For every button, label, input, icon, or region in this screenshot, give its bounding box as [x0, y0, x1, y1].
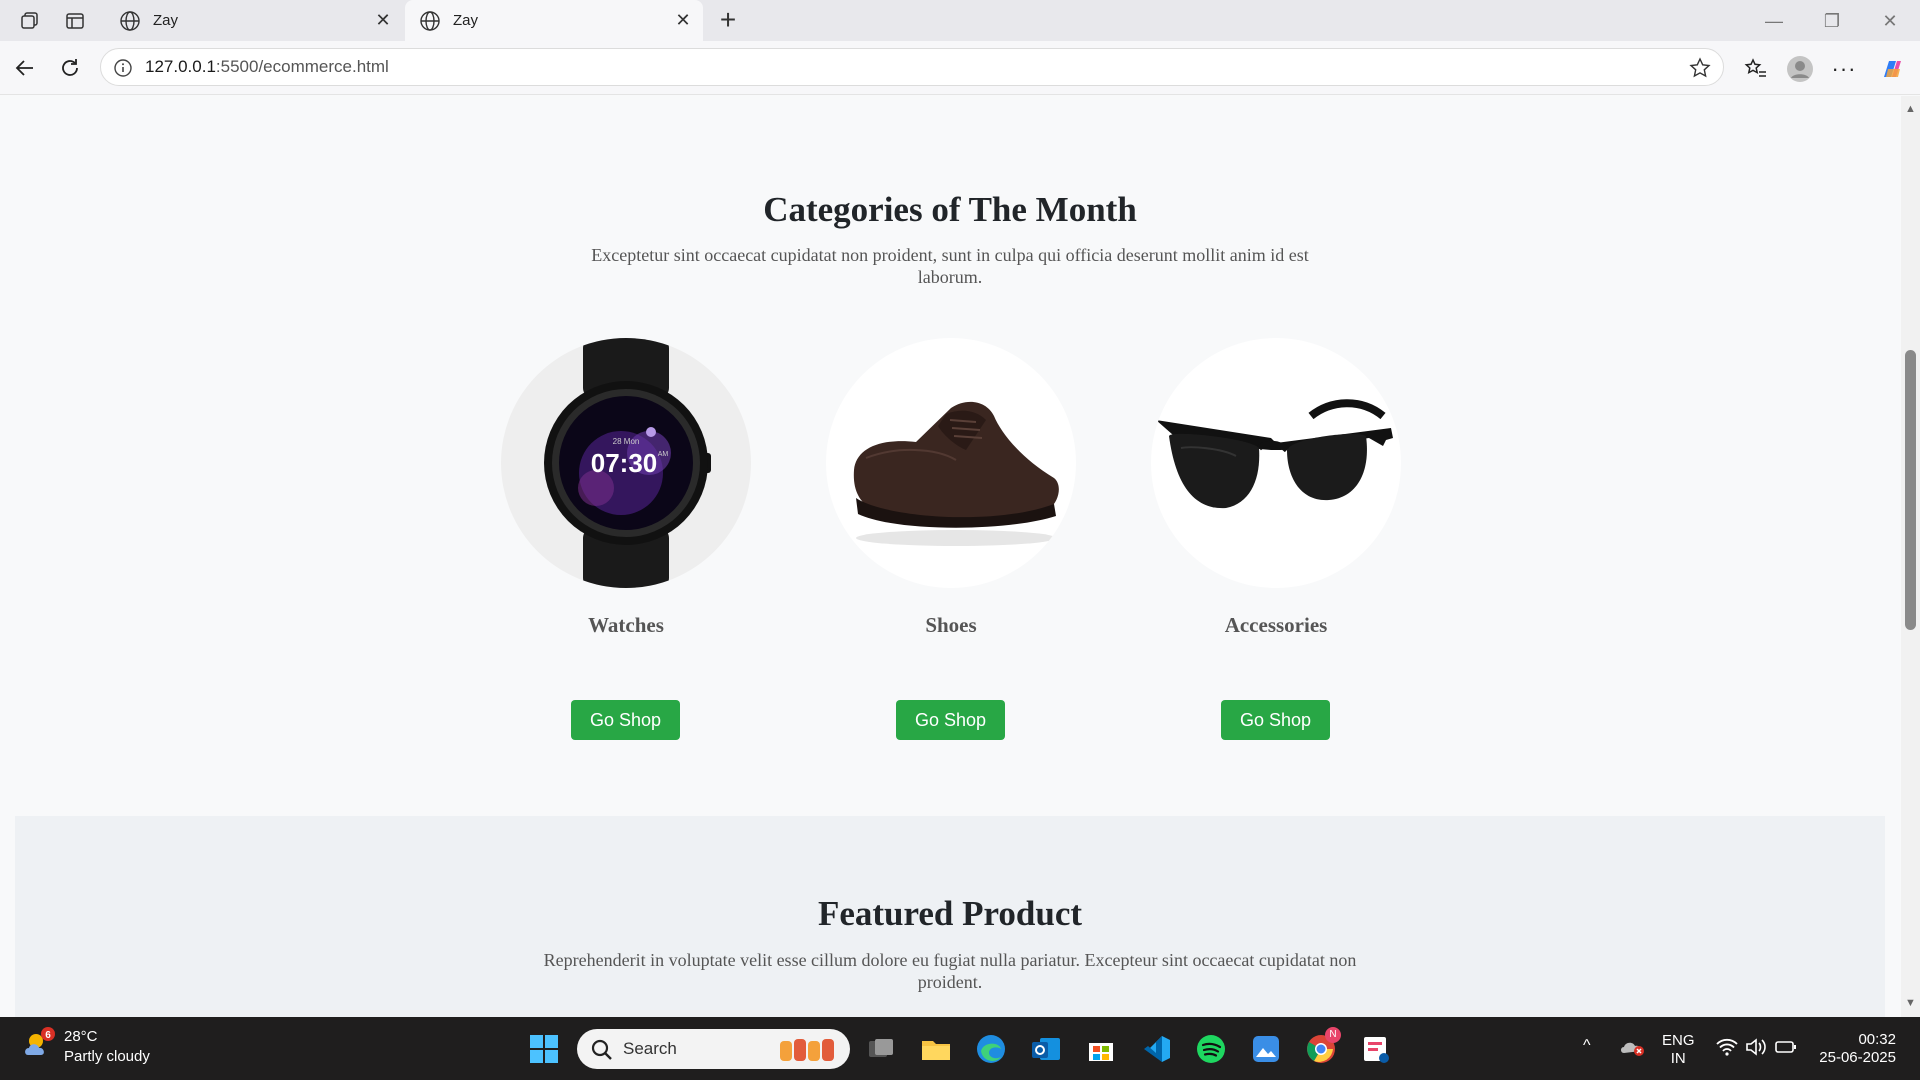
- chrome-badge: N: [1325, 1027, 1341, 1043]
- back-icon[interactable]: [10, 53, 40, 83]
- watch-time: 07:30: [591, 448, 658, 478]
- favorites-icon[interactable]: [1742, 55, 1770, 83]
- minimize-icon[interactable]: —: [1762, 9, 1786, 33]
- search-icon: [591, 1039, 612, 1060]
- globe-icon: [120, 10, 140, 31]
- weather-temp: 28°C: [64, 1028, 98, 1045]
- featured-section: Featured Product Reprehenderit in volupt…: [15, 816, 1885, 1017]
- category-card-shoes: Shoes Go Shop: [826, 338, 1076, 740]
- vscode-icon[interactable]: [1140, 1033, 1172, 1065]
- weather-icon: 6: [25, 1027, 55, 1055]
- outlook-icon[interactable]: [1030, 1033, 1062, 1065]
- restore-icon[interactable]: ❐: [1820, 9, 1844, 33]
- battery-icon[interactable]: [1774, 1037, 1798, 1062]
- clock-time: 00:32: [1858, 1031, 1896, 1048]
- scroll-up-icon[interactable]: ▲: [1905, 104, 1916, 115]
- tab-title: Zay: [153, 12, 179, 29]
- category-name-accessories: Accessories: [1224, 613, 1328, 637]
- close-tab-icon[interactable]: ✕: [373, 10, 393, 30]
- weather-desc: Partly cloudy: [64, 1048, 150, 1065]
- categories-description: Exceptetur sint occaecat cupidatat non p…: [591, 245, 1309, 287]
- category-card-accessories: Accessories Go Shop: [1151, 338, 1401, 740]
- tab-zay-2[interactable]: Zay ✕: [405, 0, 703, 41]
- profile-avatar-icon[interactable]: [1786, 55, 1814, 83]
- browser-tab-bar: Zay ✕ Zay ✕ + — ❐ ✕: [0, 0, 1920, 41]
- category-card-watches: 28 Mon 07:30 AM Watches Go Shop: [501, 338, 751, 740]
- workspaces-icon[interactable]: [17, 8, 43, 34]
- vertical-tabs-icon[interactable]: [62, 8, 88, 34]
- scroll-down-icon[interactable]: ▼: [1905, 998, 1916, 1009]
- microsoft-store-icon[interactable]: [1085, 1033, 1117, 1065]
- window-close-icon[interactable]: ✕: [1878, 9, 1902, 33]
- start-icon[interactable]: [528, 1033, 560, 1065]
- scrollbar-thumb[interactable]: [1905, 350, 1916, 630]
- lang-line1: ENG: [1662, 1032, 1695, 1049]
- weather-widget[interactable]: 6 28°C Partly cloudy: [22, 1027, 150, 1067]
- accessories-image[interactable]: [1151, 338, 1401, 588]
- photos-icon[interactable]: [1250, 1033, 1282, 1065]
- snipping-tool-icon[interactable]: [1360, 1033, 1392, 1065]
- spotify-icon[interactable]: [1195, 1033, 1227, 1065]
- search-label: Search: [623, 1039, 677, 1058]
- categories-section: Categories of The Month Exceptetur sint …: [15, 96, 1885, 816]
- task-view-icon[interactable]: [865, 1033, 897, 1065]
- favorite-star-icon[interactable]: [1689, 57, 1711, 79]
- new-tab-button[interactable]: +: [713, 6, 743, 36]
- copilot-icon[interactable]: [1878, 55, 1906, 83]
- site-info-icon[interactable]: [113, 58, 133, 78]
- browser-toolbar: 127.0.0.1:5500/ecommerce.html ···: [0, 41, 1920, 95]
- language-indicator[interactable]: ENG IN: [1662, 1032, 1695, 1068]
- go-shop-shoes-button[interactable]: Go Shop: [896, 700, 1005, 740]
- onedrive-icon[interactable]: [1620, 1037, 1646, 1062]
- address-bar[interactable]: 127.0.0.1:5500/ecommerce.html: [100, 48, 1724, 86]
- scrollbar[interactable]: ▲ ▼: [1901, 96, 1920, 1017]
- file-explorer-icon[interactable]: [920, 1033, 952, 1065]
- page-viewport: Categories of The Month Exceptetur sint …: [0, 96, 1920, 1017]
- url-host: 127.0.0.1: [145, 57, 216, 76]
- chrome-icon[interactable]: N: [1305, 1027, 1341, 1065]
- weather-badge: 6: [45, 1030, 51, 1041]
- category-name-watches: Watches: [588, 613, 664, 637]
- go-shop-accessories-button[interactable]: Go Shop: [1221, 700, 1330, 740]
- category-name-shoes: Shoes: [925, 613, 977, 637]
- featured-description: Reprehenderit in voluptate velit esse ci…: [543, 950, 1357, 992]
- watch-ampm: AM: [658, 451, 669, 458]
- reload-icon[interactable]: [55, 53, 85, 83]
- clock[interactable]: 00:32 25-06-2025: [1812, 1031, 1896, 1067]
- clock-date: 25-06-2025: [1819, 1049, 1896, 1066]
- search-highlight-icon: [780, 1039, 834, 1061]
- taskbar-search[interactable]: Search: [577, 1029, 850, 1069]
- tab-zay-1[interactable]: Zay ✕: [105, 0, 403, 41]
- watches-image[interactable]: 28 Mon 07:30 AM: [501, 338, 751, 588]
- tab-title: Zay: [453, 12, 479, 29]
- watch-date: 28 Mon: [613, 437, 640, 446]
- windows-taskbar: 6 28°C Partly cloudy Search N ^ ENG IN 0…: [0, 1017, 1920, 1080]
- url-path: :5500/ecommerce.html: [215, 57, 389, 76]
- categories-title: Categories of The Month: [763, 190, 1137, 229]
- edge-icon[interactable]: [975, 1033, 1007, 1065]
- go-shop-watches-button[interactable]: Go Shop: [571, 700, 680, 740]
- show-hidden-icons[interactable]: ^: [1583, 1037, 1591, 1055]
- shoes-image[interactable]: [826, 338, 1076, 588]
- wifi-icon[interactable]: [1716, 1037, 1738, 1062]
- more-options-icon[interactable]: ···: [1830, 55, 1858, 83]
- close-tab-icon[interactable]: ✕: [673, 10, 693, 30]
- globe-icon: [420, 10, 440, 31]
- featured-title: Featured Product: [817, 894, 1083, 933]
- volume-icon[interactable]: [1745, 1037, 1767, 1062]
- lang-line2: IN: [1670, 1050, 1686, 1067]
